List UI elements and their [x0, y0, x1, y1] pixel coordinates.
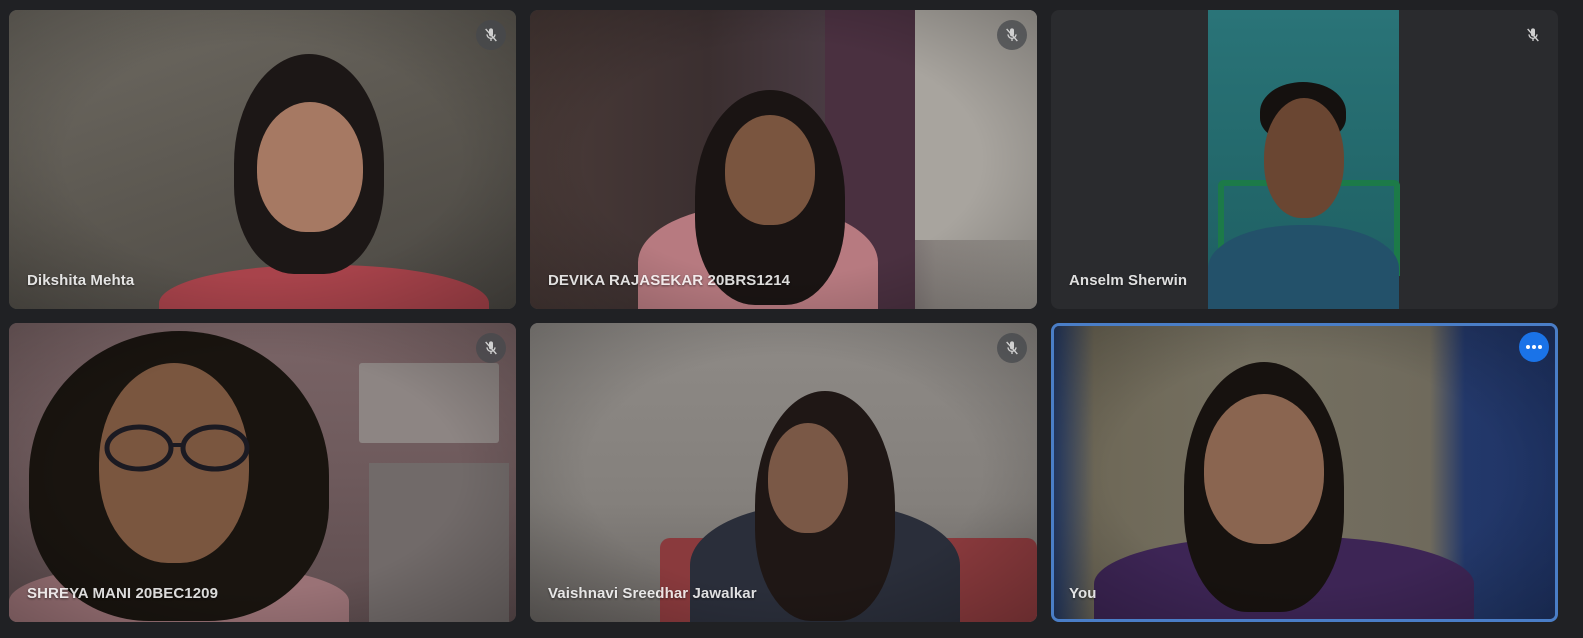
cabinet — [359, 363, 499, 443]
mute-indicator — [476, 20, 506, 50]
more-options-icon — [1526, 345, 1542, 349]
mute-indicator — [1518, 20, 1548, 50]
participant-video — [530, 323, 1037, 622]
glasses-icon — [104, 424, 250, 472]
participant-tile-vaishnavi-jawalkar[interactable]: Vaishnavi Sreedhar Jawalkar — [530, 323, 1037, 622]
participant-tile-devika-rajasekar[interactable]: DEVIKA RAJASEKAR 20BRS1214 — [530, 10, 1037, 309]
mute-indicator — [476, 333, 506, 363]
participant-face — [257, 102, 363, 232]
participant-tile-self[interactable]: You — [1051, 323, 1558, 622]
participant-face — [1264, 98, 1344, 218]
participant-video — [530, 10, 1037, 309]
door — [369, 463, 509, 622]
participant-name: You — [1069, 585, 1097, 602]
participant-face — [1204, 394, 1324, 544]
participant-face — [725, 115, 815, 225]
more-options-button[interactable] — [1519, 332, 1549, 362]
mic-off-icon — [1006, 28, 1018, 42]
participant-tile-anselm-sherwin[interactable]: Anselm Sherwin — [1051, 10, 1558, 309]
participant-name: Dikshita Mehta — [27, 272, 135, 289]
participant-name: SHREYA MANI 20BEC1209 — [27, 585, 219, 602]
mic-off-icon — [1527, 28, 1539, 42]
participant-face — [768, 423, 848, 533]
participant-video — [1054, 326, 1555, 619]
participant-name: Anselm Sherwin — [1069, 272, 1188, 289]
mute-indicator — [997, 20, 1027, 50]
participant-video — [1208, 10, 1400, 309]
participant-video — [9, 10, 516, 309]
mic-off-icon — [1006, 341, 1018, 355]
participant-tile-dikshita-mehta[interactable]: Dikshita Mehta — [9, 10, 516, 309]
participant-name: DEVIKA RAJASEKAR 20BRS1214 — [548, 272, 791, 289]
mic-off-icon — [485, 341, 497, 355]
mute-indicator — [997, 333, 1027, 363]
participant-name: Vaishnavi Sreedhar Jawalkar — [548, 585, 757, 602]
participant-body — [1208, 225, 1399, 309]
mic-off-icon — [485, 28, 497, 42]
participant-video — [9, 323, 516, 622]
video-grid: Dikshita Mehta DEVIKA RAJASEKAR 20BRS121… — [0, 0, 1583, 638]
participant-tile-shreya-mani[interactable]: SHREYA MANI 20BEC1209 — [9, 323, 516, 622]
